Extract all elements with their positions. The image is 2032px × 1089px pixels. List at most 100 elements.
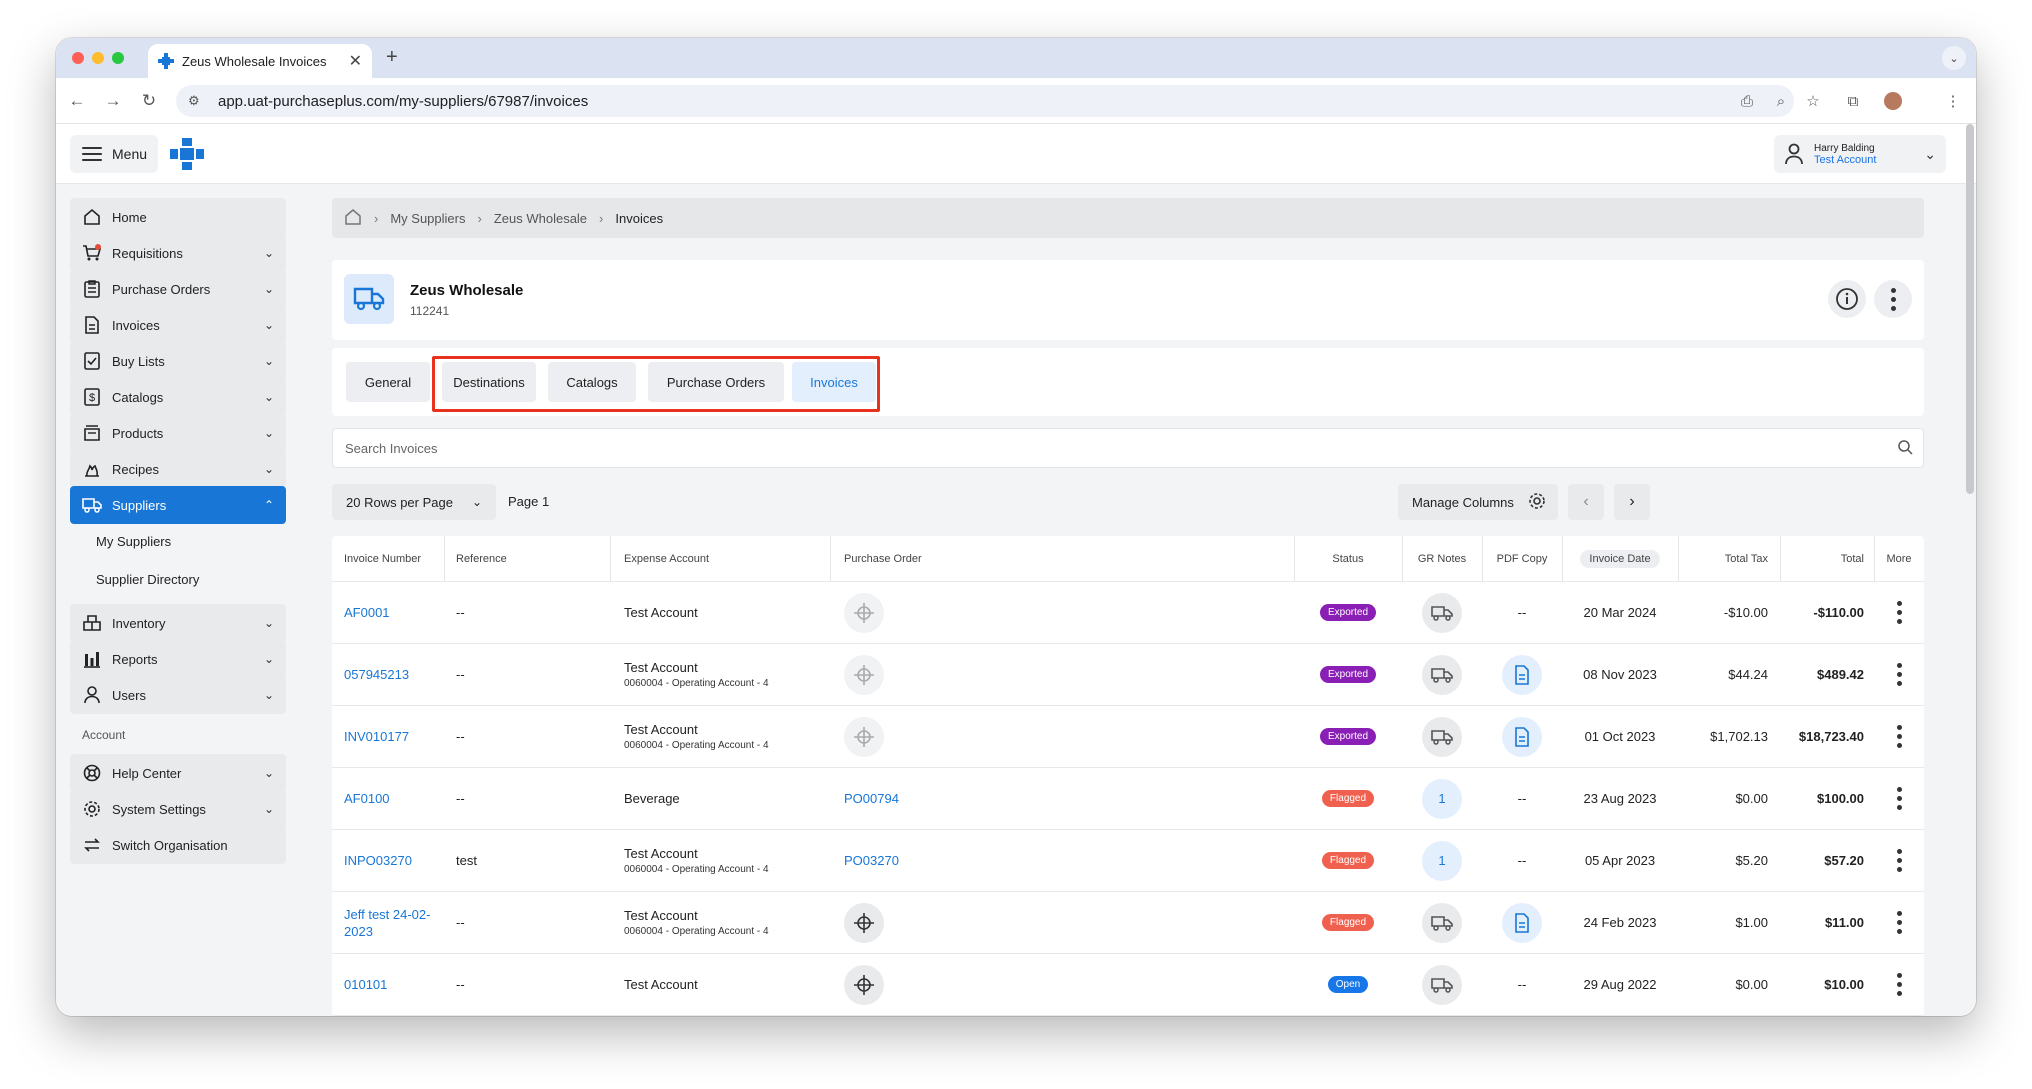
extensions-icon[interactable]: ⧉ [1842, 90, 1864, 112]
sidebar-subitem-my-suppliers[interactable]: My Suppliers [96, 534, 171, 549]
sidebar-item-reports[interactable]: Reports ⌄ [70, 640, 286, 678]
sidebar-item-home[interactable]: Home [70, 198, 286, 236]
truck-icon[interactable] [1422, 902, 1462, 943]
column-header[interactable]: Invoice Number [344, 536, 421, 581]
invoice-number-link[interactable]: Jeff test 24-02-2023 [344, 906, 440, 940]
profile-avatar-icon[interactable] [1882, 90, 1904, 112]
sidebar-item-inventory[interactable]: Inventory ⌄ [70, 604, 286, 642]
sidebar-subitem-supplier-directory[interactable]: Supplier Directory [96, 572, 199, 587]
more-vertical-icon[interactable] [1896, 787, 1902, 810]
next-page-button[interactable]: › [1614, 484, 1650, 520]
address-bar[interactable]: ⚙ app.uat-purchaseplus.com/my-suppliers/… [176, 85, 1794, 117]
sidebar-item-help-center[interactable]: Help Center ⌄ [70, 754, 286, 792]
column-header[interactable]: GR Notes [1402, 536, 1482, 581]
close-tab-icon[interactable]: ✕ [349, 51, 362, 71]
sidebar-item-invoices[interactable]: Invoices ⌄ [70, 306, 286, 344]
link-purchase-order-icon[interactable] [844, 902, 884, 943]
gr-notes-count[interactable]: 1 [1422, 840, 1462, 881]
more-options-button[interactable] [1874, 280, 1912, 318]
tab-general[interactable]: General [346, 362, 430, 402]
table-row[interactable]: 057945213 -- Test Account 0060004 - Operati… [332, 644, 1924, 706]
search-icon[interactable] [1897, 439, 1913, 458]
table-row[interactable]: AF0100 -- Beverage PO00794 Flagged 1 -- 23 Aug … [332, 768, 1924, 830]
sidebar-item-products[interactable]: Products ⌄ [70, 414, 286, 452]
truck-icon[interactable] [1422, 592, 1462, 633]
table-row[interactable]: 010101 -- Test Account Open -- 29 Aug 2022 $0.… [332, 954, 1924, 1016]
sidebar-item-purchase-orders[interactable]: Purchase Orders ⌄ [70, 270, 286, 308]
search-input[interactable]: Search Invoices [332, 428, 1924, 468]
close-window-button[interactable] [72, 52, 84, 64]
tab-search-button[interactable]: ⌄ [1942, 46, 1966, 70]
breadcrumb-zeus-wholesale[interactable]: Zeus Wholesale [494, 211, 587, 226]
invoice-number-link[interactable]: INPO03270 [344, 852, 412, 869]
sidebar-item-users[interactable]: Users ⌄ [70, 676, 286, 714]
link-purchase-order-icon[interactable] [844, 592, 884, 633]
column-header[interactable]: Reference [456, 536, 507, 581]
more-vertical-icon[interactable] [1896, 911, 1902, 934]
info-button[interactable] [1828, 280, 1866, 318]
browser-menu-icon[interactable]: ⋮ [1942, 90, 1964, 112]
new-tab-button[interactable]: + [386, 46, 398, 69]
tab-destinations[interactable]: Destinations [442, 362, 536, 402]
zoom-icon[interactable]: ⌕ [1770, 90, 1792, 112]
gr-notes-count[interactable]: 1 [1422, 778, 1462, 819]
column-header[interactable]: Status [1294, 536, 1402, 581]
link-purchase-order-icon[interactable] [844, 964, 884, 1005]
forward-icon[interactable]: → [100, 88, 126, 114]
column-header[interactable]: Total Tax [1678, 536, 1768, 581]
table-row[interactable]: AF0001 -- Test Account Exported -- 20 Mar 202… [332, 582, 1924, 644]
back-icon[interactable]: ← [64, 88, 90, 114]
install-app-icon[interactable]: ⎙ [1736, 90, 1758, 112]
invoice-number-link[interactable]: INV010177 [344, 728, 409, 745]
bookmark-star-icon[interactable]: ☆ [1802, 90, 1824, 112]
invoice-number-link[interactable]: AF0100 [344, 790, 390, 807]
invoice-number-link[interactable]: AF0001 [344, 604, 390, 621]
minimize-window-button[interactable] [92, 52, 104, 64]
sidebar-item-system-settings[interactable]: System Settings ⌄ [70, 790, 286, 828]
tab-catalogs[interactable]: Catalogs [548, 362, 636, 402]
column-header[interactable]: Total [1780, 536, 1864, 581]
page-scrollbar[interactable] [1966, 124, 1974, 494]
browser-tab[interactable]: Zeus Wholesale Invoices ✕ [148, 44, 372, 78]
pdf-document-icon[interactable] [1502, 654, 1542, 695]
sidebar-item-requisitions[interactable]: Requisitions ⌄ [70, 234, 286, 272]
link-purchase-order-icon[interactable] [844, 654, 884, 695]
sidebar-item-catalogs[interactable]: $ Catalogs ⌄ [70, 378, 286, 416]
sidebar-item-buy-lists[interactable]: Buy Lists ⌄ [70, 342, 286, 380]
column-header[interactable]: Purchase Order [844, 536, 922, 581]
table-row[interactable]: INPO03270 test Test Account 0060004 - Opera… [332, 830, 1924, 892]
purchaseplus-logo[interactable] [170, 138, 204, 170]
sidebar-item-suppliers[interactable]: Suppliers ⌃ [70, 486, 286, 524]
table-row[interactable]: INV010177 -- Test Account 0060004 - Operati… [332, 706, 1924, 768]
more-vertical-icon[interactable] [1896, 663, 1902, 686]
zoom-window-button[interactable] [112, 52, 124, 64]
invoice-number-link[interactable]: 010101 [344, 976, 387, 993]
column-header-sorted[interactable]: Invoice Date [1562, 536, 1678, 581]
truck-icon[interactable] [1422, 964, 1462, 1005]
sidebar-item-recipes[interactable]: Recipes ⌄ [70, 450, 286, 488]
more-vertical-icon[interactable] [1896, 601, 1902, 624]
user-menu[interactable]: Harry Balding Test Account ⌄ [1774, 135, 1946, 173]
column-header[interactable]: Expense Account [624, 536, 709, 581]
column-header[interactable]: PDF Copy [1482, 536, 1562, 581]
tab-purchase-orders[interactable]: Purchase Orders [648, 362, 784, 402]
pdf-document-icon[interactable] [1502, 716, 1542, 757]
invoice-number-link[interactable]: 057945213 [344, 666, 409, 683]
truck-icon[interactable] [1422, 716, 1462, 757]
rows-per-page-select[interactable]: 20 Rows per Page ⌄ [332, 484, 496, 520]
more-vertical-icon[interactable] [1896, 725, 1902, 748]
menu-button[interactable]: Menu [70, 135, 158, 173]
site-info-icon[interactable]: ⚙ [188, 93, 208, 109]
sidebar-item-switch-organisation[interactable]: Switch Organisation [70, 826, 286, 864]
table-row[interactable]: Jeff test 24-02-2023 -- Test Account 006000… [332, 892, 1924, 954]
previous-page-button[interactable]: ‹ [1568, 484, 1604, 520]
reload-icon[interactable]: ↻ [136, 88, 162, 114]
breadcrumb-my-suppliers[interactable]: My Suppliers [390, 211, 465, 226]
manage-columns-button[interactable]: Manage Columns [1398, 484, 1558, 520]
more-vertical-icon[interactable] [1896, 849, 1902, 872]
home-icon[interactable] [344, 208, 362, 228]
tab-invoices[interactable]: Invoices [792, 362, 876, 402]
purchase-order-link[interactable]: PO03270 [844, 853, 899, 868]
pdf-document-icon[interactable] [1502, 902, 1542, 943]
truck-icon[interactable] [1422, 654, 1462, 695]
